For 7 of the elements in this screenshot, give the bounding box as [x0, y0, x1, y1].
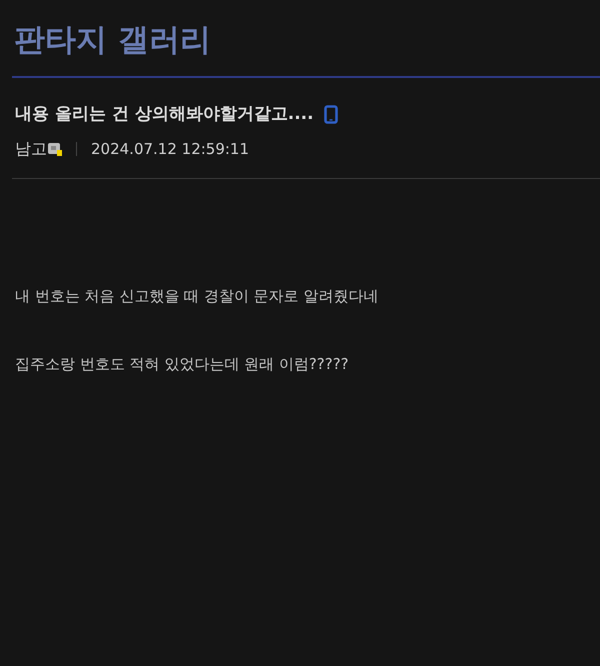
member-icon: [48, 142, 62, 156]
gallery-title[interactable]: 판타지 갤러리: [14, 18, 211, 62]
body-text: 내 번호는 처음 신고했을 때 경찰이 문자로 알려줬다네: [15, 286, 380, 307]
author-name[interactable]: 남고: [15, 138, 47, 160]
post-date: 2024.07.12 12:59:11: [91, 139, 250, 160]
body-text: 집주소랑 번호도 적혀 있었다는데 원래 이럼?????: [15, 354, 350, 375]
post-title: 내용 올리는 건 상의해봐야할거같고....: [15, 103, 314, 126]
